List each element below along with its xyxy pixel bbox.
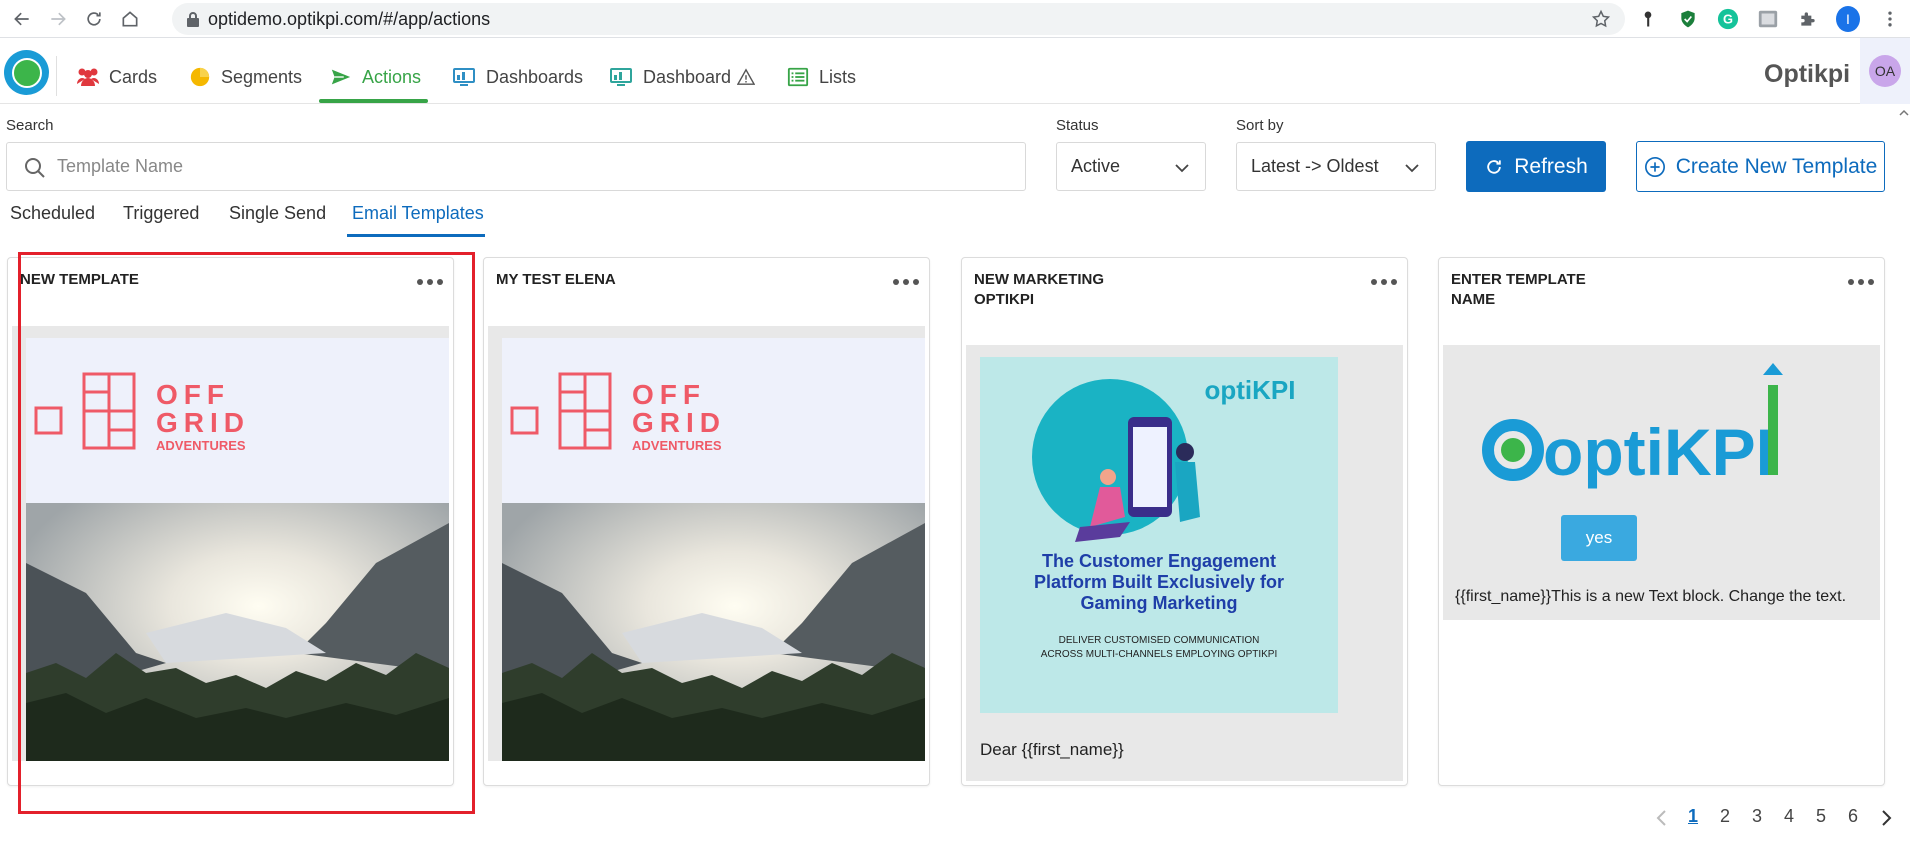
template-preview: optiKPI yes {{first_name}}This is a new …	[1443, 345, 1880, 620]
create-template-button[interactable]: Create New Template	[1636, 141, 1885, 192]
shield-extension-icon[interactable]	[1676, 7, 1700, 31]
svg-text:ACROSS MULTI-CHANNELS EMPLOYIN: ACROSS MULTI-CHANNELS EMPLOYING OPTIKPI	[1041, 649, 1278, 660]
browser-menu-icon[interactable]	[1878, 7, 1902, 31]
card-title: ENTER TEMPLATE NAME	[1451, 271, 1586, 308]
bookmark-star-icon[interactable]	[1591, 9, 1611, 29]
sort-select[interactable]: Latest -> Oldest	[1236, 142, 1436, 191]
promo-headline: The Customer Engagement	[1042, 551, 1276, 571]
dashboard-icon	[453, 68, 475, 86]
active-tab-indicator	[347, 234, 485, 237]
pie-chart-icon	[190, 67, 210, 87]
key-icon[interactable]	[1636, 7, 1660, 31]
offgrid-line2: GRID	[632, 407, 726, 438]
grammarly-icon[interactable]: G	[1716, 7, 1740, 31]
more-options-icon[interactable]	[1371, 276, 1397, 288]
home-icon[interactable]	[116, 5, 144, 33]
selection-highlight	[18, 252, 475, 814]
profile-avatar[interactable]: I	[1836, 6, 1860, 32]
page-3[interactable]: 3	[1752, 806, 1762, 827]
svg-text:Platform Built Exclusively for: Platform Built Exclusively for	[1034, 572, 1284, 592]
nav-actions[interactable]: Actions	[328, 62, 421, 92]
nav-cards[interactable]: Cards	[75, 62, 157, 92]
sort-label: Sort by	[1236, 117, 1284, 134]
divider	[56, 56, 57, 96]
svg-text:Gaming Marketing: Gaming Marketing	[1080, 593, 1237, 613]
scroll-up-arrow[interactable]	[1899, 108, 1909, 118]
page-2[interactable]: 2	[1720, 806, 1730, 827]
offgrid-header: OFF GRID ADVENTURES	[502, 338, 925, 503]
forward-icon[interactable]	[44, 5, 72, 33]
more-options-icon[interactable]	[1848, 276, 1874, 288]
template-body-text: Dear {{first_name}}	[980, 740, 1124, 759]
nav-dashboards[interactable]: Dashboards	[452, 62, 583, 92]
active-nav-indicator	[319, 99, 428, 103]
template-preview: OFF GRID ADVENTURES	[488, 326, 925, 761]
tab-email-templates[interactable]: Email Templates	[352, 203, 484, 224]
photo-extension-icon[interactable]	[1756, 7, 1780, 31]
list-icon	[787, 67, 809, 87]
user-avatar[interactable]: OA	[1860, 38, 1910, 104]
optikpi-logo: optiKPI	[1482, 363, 1783, 489]
card-title: NEW MARKETING OPTIKPI	[974, 271, 1104, 308]
svg-text:optiKPI: optiKPI	[1543, 415, 1774, 489]
brand-name: Optikpi	[1764, 60, 1851, 88]
status-select[interactable]: Active	[1056, 142, 1206, 191]
promo-subtext: DELIVER CUSTOMISED COMMUNICATION	[1059, 635, 1260, 646]
promo-banner: optiKPI The Customer Engagement Platform…	[980, 357, 1338, 713]
search-input[interactable]	[57, 156, 1025, 177]
dashboard-icon	[610, 68, 632, 86]
reload-icon[interactable]	[80, 5, 108, 33]
users-icon	[77, 68, 99, 86]
tab-triggered[interactable]: Triggered	[123, 203, 199, 224]
nav-lists[interactable]: Lists	[785, 62, 856, 92]
prev-page-icon[interactable]	[1654, 808, 1670, 828]
lock-icon	[187, 12, 199, 27]
search-field[interactable]	[6, 142, 1026, 191]
offgrid-line1: OFF	[632, 379, 706, 410]
app-logo[interactable]	[4, 50, 49, 95]
offgrid-line3: ADVENTURES	[632, 438, 722, 453]
nav-segments[interactable]: Segments	[187, 62, 302, 92]
nav-dashboard-beta[interactable]: Dashboard	[609, 62, 756, 92]
refresh-button[interactable]: Refresh	[1466, 141, 1606, 192]
template-card[interactable]: ENTER TEMPLATE NAME optiKPI yes {{first_…	[1438, 257, 1885, 786]
warning-icon	[737, 68, 756, 85]
search-icon	[25, 158, 45, 178]
refresh-icon	[1487, 159, 1501, 174]
paper-plane-icon	[331, 69, 351, 85]
page-6[interactable]: 6	[1848, 806, 1858, 827]
status-label: Status	[1056, 117, 1099, 134]
yes-button[interactable]: yes	[1561, 515, 1637, 561]
url-text: optidemo.optikpi.com/#/app/actions	[208, 8, 491, 29]
svg-text:G: G	[1723, 12, 1733, 27]
chevron-down-icon	[1175, 164, 1189, 173]
template-preview: optiKPI The Customer Engagement Platform…	[966, 345, 1403, 781]
back-icon[interactable]	[8, 5, 36, 33]
card-title: MY TEST ELENA	[496, 271, 616, 288]
puzzle-extensions-icon[interactable]	[1796, 7, 1820, 31]
search-label: Search	[6, 117, 54, 134]
page-5[interactable]: 5	[1816, 806, 1826, 827]
mountain-photo	[502, 503, 925, 761]
browser-toolbar: optidemo.optikpi.com/#/app/actions G I	[0, 0, 1910, 38]
address-bar[interactable]: optidemo.optikpi.com/#/app/actions	[172, 3, 1625, 35]
plus-circle-icon	[1644, 156, 1665, 177]
tab-single-send[interactable]: Single Send	[229, 203, 326, 224]
next-page-icon[interactable]	[1878, 808, 1894, 828]
template-body-text: {{first_name}}This is a new Text block. …	[1455, 588, 1847, 605]
app-navbar: Cards Segments Actions Dashboards Dashbo…	[0, 38, 1910, 104]
page-4[interactable]: 4	[1784, 806, 1794, 827]
chevron-down-icon	[1405, 164, 1419, 173]
template-card[interactable]: NEW MARKETING OPTIKPI optiKPI The Custom…	[961, 257, 1408, 786]
tab-scheduled[interactable]: Scheduled	[10, 203, 95, 224]
template-card[interactable]: MY TEST ELENA OFF GRID ADVENTURES	[483, 257, 930, 786]
page-1[interactable]: 1	[1688, 806, 1698, 827]
optikpi-logo: optiKPI	[1205, 375, 1296, 405]
more-options-icon[interactable]	[893, 276, 919, 288]
